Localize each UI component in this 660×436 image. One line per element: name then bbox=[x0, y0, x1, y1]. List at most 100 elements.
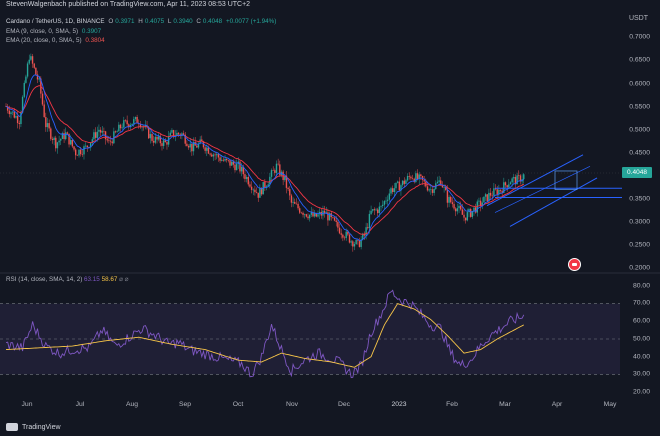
rsi-axis-label: 80.00 bbox=[632, 282, 650, 290]
time-axis-label: Sep bbox=[178, 401, 192, 408]
candle-body bbox=[211, 154, 213, 157]
candle-body bbox=[277, 163, 279, 165]
candle-body bbox=[423, 179, 425, 182]
candle-body bbox=[18, 123, 20, 125]
candle-body bbox=[214, 154, 216, 156]
candle-body bbox=[121, 127, 123, 129]
candle-body bbox=[196, 145, 198, 148]
time-axis-label: 2023 bbox=[391, 401, 407, 408]
candle-body bbox=[493, 188, 495, 196]
candle-body bbox=[70, 139, 72, 145]
candle-body bbox=[313, 213, 316, 217]
candle-body bbox=[377, 209, 379, 214]
candle-body bbox=[513, 177, 515, 179]
candle-body bbox=[458, 205, 460, 209]
candle-body bbox=[368, 213, 371, 229]
candle-body bbox=[370, 210, 372, 214]
candle-body bbox=[499, 189, 502, 191]
candle-body bbox=[38, 78, 40, 80]
candle-body bbox=[464, 217, 467, 221]
candle-body bbox=[297, 203, 299, 209]
rsi-legend[interactable]: RSI (14, close, SMA, 14, 2) 63.15 58.67 … bbox=[6, 276, 128, 283]
candle-body bbox=[491, 195, 493, 197]
candle-body bbox=[15, 116, 17, 118]
candle-body bbox=[109, 140, 112, 142]
candle-body bbox=[426, 186, 429, 191]
marker-box bbox=[554, 170, 578, 190]
candle-body bbox=[119, 124, 122, 129]
candle-body bbox=[259, 188, 261, 198]
candle-body bbox=[204, 147, 206, 151]
rsi-value-2: 58.67 bbox=[101, 276, 118, 283]
candle-body bbox=[239, 161, 241, 172]
candle-body bbox=[16, 116, 19, 124]
candle-body bbox=[136, 117, 138, 124]
candle-body bbox=[33, 63, 35, 68]
candle-body bbox=[478, 200, 480, 202]
candle-body bbox=[381, 204, 384, 206]
candle-body bbox=[162, 140, 165, 146]
candle-body bbox=[186, 143, 188, 146]
candle-body bbox=[94, 132, 97, 138]
candle-body bbox=[264, 182, 266, 188]
candle-body bbox=[154, 136, 157, 143]
candle-body bbox=[436, 181, 439, 184]
time-axis-label: Jul bbox=[75, 401, 85, 408]
candle-body bbox=[380, 205, 382, 207]
candle-body bbox=[305, 214, 308, 217]
candle-body bbox=[350, 241, 352, 243]
candle-body bbox=[250, 186, 253, 190]
price-axis-label: 0.3500 bbox=[629, 195, 650, 203]
candle-body bbox=[504, 182, 507, 186]
footer-brand: TradingView bbox=[22, 423, 61, 431]
news-flag-icon[interactable] bbox=[568, 258, 581, 271]
candle-body bbox=[367, 227, 369, 229]
candle-body bbox=[247, 176, 249, 185]
current-price-tag: 0.4048 bbox=[622, 167, 652, 178]
candle-body bbox=[299, 208, 301, 213]
candle-body bbox=[461, 209, 464, 215]
candle-body bbox=[189, 143, 191, 148]
candle-body bbox=[133, 119, 135, 124]
rsi-axis-label: 50.00 bbox=[632, 335, 650, 343]
candle-body bbox=[149, 134, 152, 139]
candle-body bbox=[308, 214, 311, 219]
candle-body bbox=[383, 201, 386, 205]
candle-body bbox=[406, 175, 409, 181]
candle-body bbox=[456, 208, 459, 212]
candle-body bbox=[101, 131, 103, 133]
candle-body bbox=[365, 227, 367, 236]
candle-body bbox=[84, 145, 87, 147]
candle-body bbox=[169, 132, 171, 137]
candle-body bbox=[74, 149, 77, 156]
price-axis-label: 0.5500 bbox=[629, 103, 650, 111]
candle-body bbox=[337, 221, 339, 228]
candle-body bbox=[244, 174, 246, 179]
time-axis-label: Feb bbox=[446, 401, 458, 408]
candle-body bbox=[171, 130, 173, 133]
candle-body bbox=[307, 216, 309, 219]
candle-body bbox=[393, 188, 396, 193]
candle-body bbox=[292, 201, 294, 203]
candle-body bbox=[509, 182, 512, 185]
candle-body bbox=[53, 137, 55, 140]
candle-body bbox=[65, 132, 67, 140]
candle-body bbox=[317, 214, 319, 217]
price-chart[interactable] bbox=[0, 0, 660, 436]
candle-body bbox=[401, 180, 404, 186]
price-axis-label: 0.2500 bbox=[629, 241, 650, 249]
candle-body bbox=[398, 181, 400, 191]
candle-body bbox=[11, 111, 14, 113]
candle-body bbox=[428, 189, 430, 191]
candle-body bbox=[221, 159, 223, 161]
candle-body bbox=[55, 137, 57, 149]
candle-body bbox=[10, 112, 12, 115]
candle-body bbox=[446, 190, 449, 203]
candle-body bbox=[338, 227, 341, 234]
candle-body bbox=[46, 123, 49, 128]
candle-body bbox=[58, 140, 60, 143]
candle-body bbox=[66, 132, 69, 134]
candle-body bbox=[76, 155, 79, 156]
visibility-off-icon[interactable]: ⌀ ⌀ bbox=[119, 276, 128, 283]
candle-body bbox=[433, 188, 435, 193]
